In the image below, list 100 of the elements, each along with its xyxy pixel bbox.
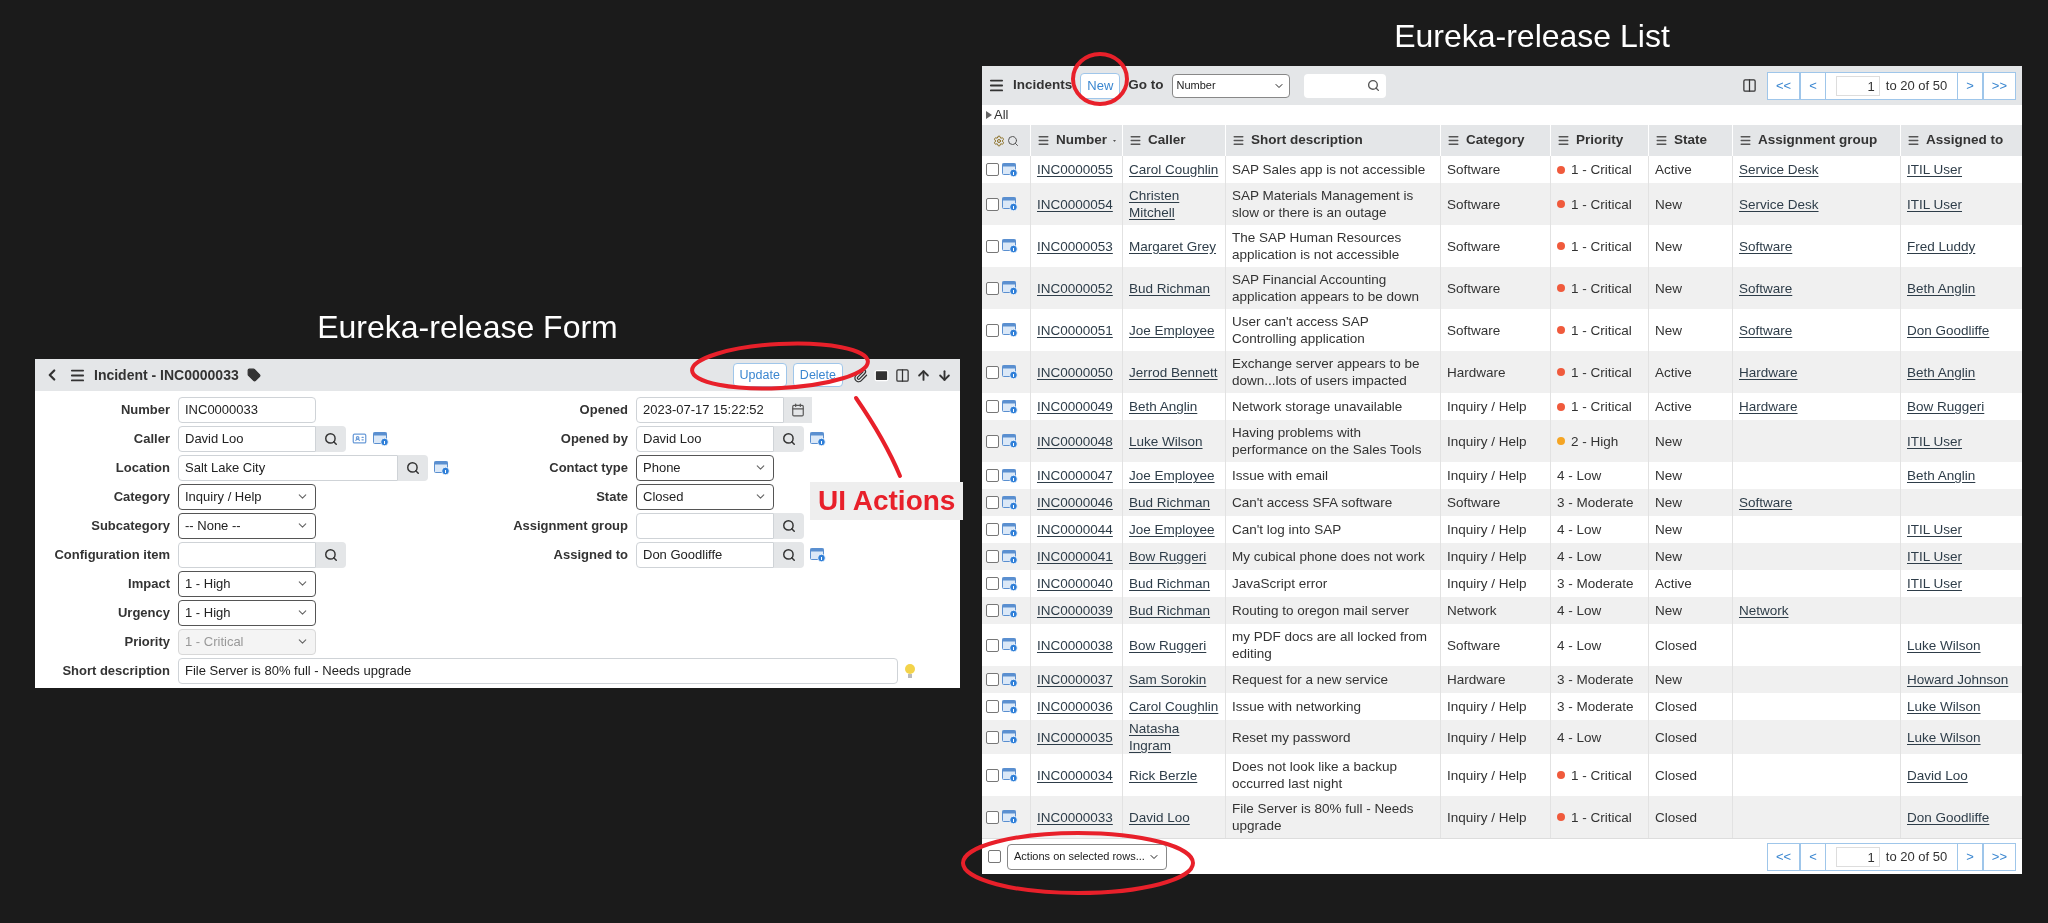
- form-action-button[interactable]: Update: [732, 363, 787, 387]
- card-icon[interactable]: [352, 431, 367, 446]
- select-field[interactable]: Phone: [636, 454, 774, 481]
- record-link[interactable]: Carol Coughlin: [1129, 161, 1219, 178]
- select-field[interactable]: Closed: [636, 483, 774, 510]
- column-header[interactable]: Assigned to: [1926, 130, 2004, 151]
- record-info-icon[interactable]: [1002, 323, 1018, 337]
- record-info-icon[interactable]: [1002, 576, 1018, 591]
- search-button[interactable]: [774, 512, 804, 539]
- record-link[interactable]: INC0000044: [1037, 521, 1113, 538]
- tag-icon[interactable]: [246, 368, 261, 382]
- record-link[interactable]: INC0000034: [1037, 766, 1113, 784]
- record-link[interactable]: Bow Ruggeri: [1129, 636, 1207, 654]
- record-link[interactable]: Bow Ruggeri: [1129, 548, 1207, 565]
- select-all-checkbox[interactable]: [988, 850, 1001, 863]
- column-header[interactable]: Number: [1056, 130, 1107, 151]
- column-menu-icon[interactable]: [1447, 134, 1460, 147]
- row-checkbox[interactable]: [986, 365, 999, 379]
- record-link[interactable]: Bud Richman: [1129, 575, 1211, 592]
- search-button[interactable]: [774, 541, 804, 568]
- search-icon[interactable]: [1007, 134, 1019, 147]
- record-info-icon[interactable]: [1002, 768, 1018, 782]
- record-link[interactable]: INC0000049: [1037, 398, 1113, 415]
- record-link[interactable]: Beth Anglin: [1907, 279, 1976, 297]
- record-link[interactable]: Luke Wilson: [1907, 698, 1981, 715]
- record-info-icon[interactable]: [1002, 638, 1018, 652]
- select-field[interactable]: Inquiry / Help: [178, 483, 316, 510]
- record-link[interactable]: Sam Sorokin: [1129, 671, 1207, 688]
- select-field[interactable]: 1 - High: [178, 570, 316, 597]
- record-link[interactable]: Joe Employee: [1129, 321, 1215, 339]
- search-button[interactable]: [774, 425, 804, 452]
- record-link[interactable]: Carol Coughlin: [1129, 698, 1219, 715]
- actions-select[interactable]: Actions on selected rows...: [1007, 843, 1167, 870]
- record-link[interactable]: ITIL User: [1907, 161, 1962, 178]
- record-link[interactable]: Beth Anglin: [1907, 467, 1976, 484]
- record-info-icon[interactable]: [1002, 434, 1018, 448]
- record-link[interactable]: INC0000046: [1037, 494, 1113, 511]
- column-menu-icon[interactable]: [1907, 134, 1920, 147]
- reference-field[interactable]: [178, 541, 316, 568]
- record-link[interactable]: Joe Employee: [1129, 521, 1215, 538]
- record-link[interactable]: Hardware: [1739, 363, 1798, 381]
- record-info-icon[interactable]: [1002, 365, 1018, 379]
- record-info-icon[interactable]: [1002, 603, 1018, 618]
- record-info-icon[interactable]: [1002, 468, 1018, 483]
- text-field[interactable]: File Server is 80% full - Needs upgrade: [178, 658, 898, 684]
- record-link[interactable]: Software: [1739, 237, 1793, 255]
- page-field[interactable]: 1: [1835, 75, 1880, 96]
- row-checkbox[interactable]: [986, 469, 999, 482]
- layout-icon[interactable]: [1742, 78, 1757, 93]
- row-checkbox[interactable]: [986, 673, 999, 686]
- record-link[interactable]: Don Goodliffe: [1907, 321, 1990, 339]
- record-link[interactable]: ITIL User: [1907, 195, 1962, 213]
- record-link[interactable]: Beth Anglin: [1907, 363, 1976, 381]
- menu-icon[interactable]: [988, 77, 1005, 94]
- record-link[interactable]: Beth Anglin: [1129, 398, 1198, 415]
- record-info-icon[interactable]: [1002, 522, 1018, 537]
- record-link[interactable]: Rick Berzle: [1129, 766, 1198, 784]
- row-checkbox[interactable]: [986, 281, 999, 295]
- search-button[interactable]: [316, 425, 346, 452]
- row-checkbox[interactable]: [986, 700, 999, 713]
- column-header[interactable]: State: [1674, 130, 1707, 151]
- record-link[interactable]: David Loo: [1907, 766, 1968, 784]
- reference-field[interactable]: Salt Lake City: [178, 454, 398, 481]
- row-checkbox[interactable]: [986, 239, 999, 253]
- record-link[interactable]: INC0000055: [1037, 161, 1113, 178]
- record-link[interactable]: Bud Richman: [1129, 279, 1211, 297]
- search-field[interactable]: [1303, 73, 1386, 98]
- record-info-icon[interactable]: [1002, 399, 1018, 414]
- record-link[interactable]: Christen Mitchell: [1129, 187, 1219, 221]
- record-link[interactable]: Bud Richman: [1129, 602, 1211, 619]
- record-link[interactable]: Software: [1739, 279, 1793, 297]
- last-page-button[interactable]: >>: [1982, 71, 2016, 100]
- record-link[interactable]: Network: [1739, 602, 1789, 619]
- down-arrow-icon[interactable]: [937, 367, 952, 383]
- row-checkbox[interactable]: [986, 638, 999, 652]
- record-info-icon[interactable]: [1002, 699, 1018, 714]
- record-info-icon[interactable]: [373, 431, 389, 446]
- column-menu-icon[interactable]: [1037, 134, 1050, 147]
- column-menu-icon[interactable]: [1655, 134, 1668, 147]
- record-link[interactable]: Software: [1739, 321, 1793, 339]
- record-info-icon[interactable]: [1002, 281, 1018, 295]
- record-link[interactable]: Luke Wilson: [1129, 432, 1203, 450]
- record-info-icon[interactable]: [1002, 672, 1018, 687]
- record-info-icon[interactable]: [434, 460, 450, 475]
- record-link[interactable]: Bud Richman: [1129, 494, 1211, 511]
- record-link[interactable]: INC0000053: [1037, 237, 1113, 255]
- record-link[interactable]: INC0000033: [1037, 808, 1113, 826]
- record-link[interactable]: Joe Employee: [1129, 467, 1215, 484]
- record-link[interactable]: INC0000038: [1037, 636, 1113, 654]
- record-link[interactable]: Don Goodliffe: [1907, 808, 1990, 826]
- row-checkbox[interactable]: [986, 400, 999, 413]
- row-checkbox[interactable]: [986, 197, 999, 211]
- row-checkbox[interactable]: [986, 730, 999, 744]
- first-page-button[interactable]: <<: [1767, 842, 1801, 871]
- record-info-icon[interactable]: [810, 431, 826, 446]
- record-link[interactable]: Fred Luddy: [1907, 237, 1976, 255]
- goto-select[interactable]: Number: [1171, 73, 1290, 98]
- record-info-icon[interactable]: [1002, 162, 1018, 177]
- record-link[interactable]: ITIL User: [1907, 575, 1962, 592]
- record-link[interactable]: INC0000040: [1037, 575, 1113, 592]
